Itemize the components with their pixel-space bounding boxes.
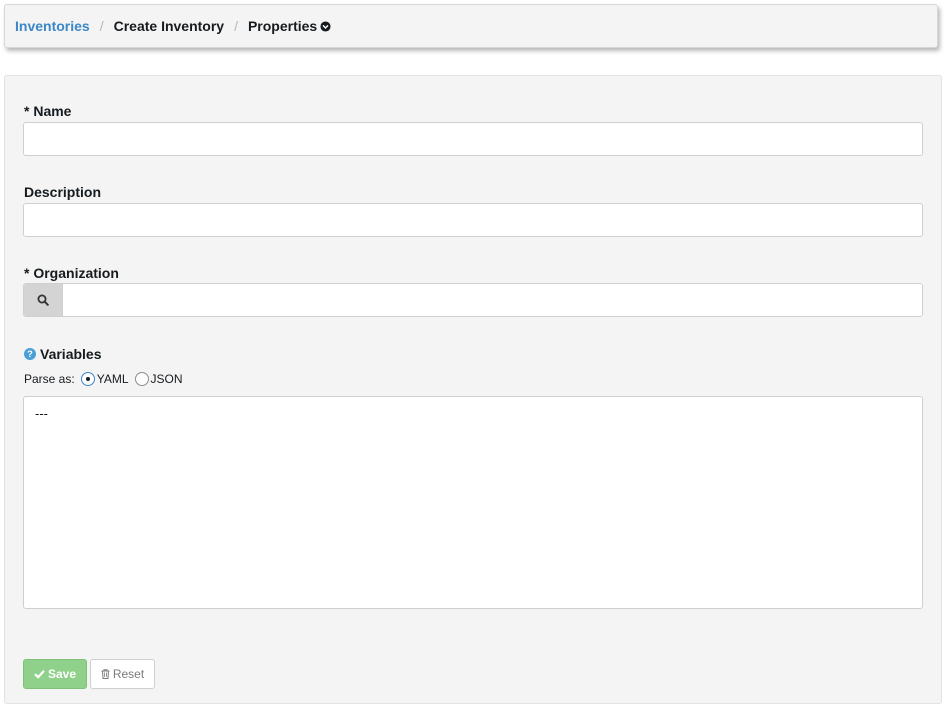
json-radio[interactable] [134, 372, 149, 386]
question-circle-icon[interactable]: ? [24, 348, 36, 360]
organization-input[interactable] [63, 284, 922, 316]
reset-button[interactable]: Reset [90, 659, 155, 689]
parse-yaml-option[interactable]: YAML [80, 372, 129, 386]
breadcrumb-separator: / [234, 18, 238, 34]
reset-button-label: Reset [112, 667, 145, 681]
organization-lookup [23, 283, 923, 317]
breadcrumb-separator: / [99, 18, 104, 34]
save-button[interactable]: Save [23, 659, 87, 689]
search-icon [37, 294, 49, 306]
parse-json-option[interactable]: JSON [134, 372, 183, 386]
organization-label: * Organization [24, 265, 119, 281]
name-label: * Name [24, 103, 72, 119]
json-radio-label: JSON [150, 372, 183, 386]
save-button-label: Save [47, 667, 77, 681]
variables-label: Variables [40, 346, 102, 362]
description-input[interactable] [23, 203, 923, 237]
parse-as-label: Parse as: [24, 372, 75, 386]
organization-lookup-button[interactable] [24, 284, 63, 316]
yaml-radio[interactable] [80, 372, 95, 386]
variables-label-row: ? Variables [24, 346, 102, 362]
variables-textarea[interactable]: --- [23, 396, 923, 609]
check-icon [34, 670, 45, 679]
breadcrumb-properties: Properties [247, 18, 318, 34]
breadcrumb-create-inventory: Create Inventory [113, 18, 225, 34]
name-input[interactable] [23, 122, 923, 156]
inventory-form-panel: * Name Description * Organization ? Vari… [4, 75, 942, 704]
properties-dropdown[interactable]: Properties [248, 18, 331, 34]
trash-icon [101, 669, 110, 679]
description-label: Description [24, 184, 102, 200]
chevron-circle-down-icon [320, 20, 331, 32]
breadcrumb: Inventories / Create Inventory / Propert… [4, 4, 938, 48]
breadcrumb-inventories-link[interactable]: Inventories [15, 18, 90, 34]
yaml-radio-label: YAML [96, 372, 129, 386]
parse-as-group: Parse as: YAML JSON [24, 372, 183, 386]
